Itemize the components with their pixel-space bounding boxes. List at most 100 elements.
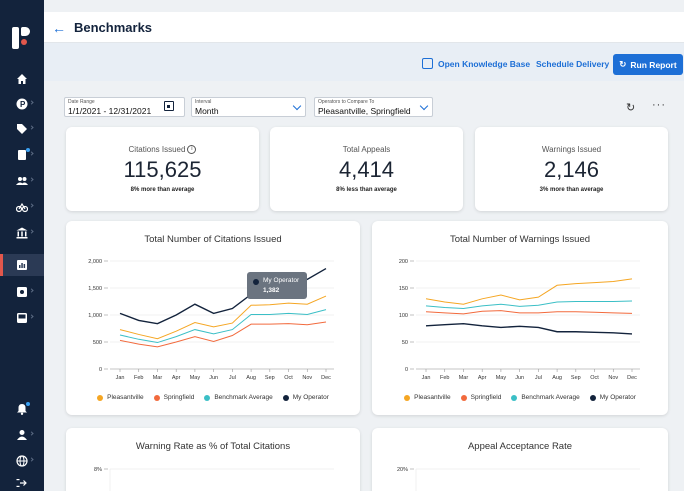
legend-swatch [204, 394, 211, 401]
x-tick-label: Sep [265, 375, 275, 381]
kpi-delta: 8% more than average [130, 187, 195, 193]
x-tick-label: May [190, 375, 201, 381]
x-tick-label: Dec [321, 375, 331, 381]
legend-item[interactable]: My Operator [589, 394, 636, 401]
series-line-pleasantville [119, 295, 327, 340]
legend-item[interactable]: Pleasantville [97, 394, 144, 401]
x-tick-label: Apr [478, 375, 487, 381]
x-tick-label: Oct [590, 375, 599, 381]
legend-swatch [589, 394, 596, 401]
run-report-label: Run Report [630, 59, 677, 70]
bike-nav-icon[interactable] [0, 196, 44, 218]
x-tick-label: May [496, 375, 507, 381]
home-nav-icon[interactable] [0, 68, 44, 90]
tag-nav-icon[interactable] [0, 118, 44, 140]
date-range-field[interactable]: Date Range 1/1/2021 - 12/31/2021 [64, 97, 185, 117]
interval-select[interactable]: Interval Month [191, 97, 306, 117]
legend-swatch [404, 394, 411, 401]
y-tick-label: 200 [399, 259, 408, 265]
legend-swatch [153, 394, 160, 401]
legend-item[interactable]: Springfield [460, 394, 501, 401]
legend-label: Pleasantville [414, 394, 451, 401]
tooltip-swatch [253, 279, 259, 285]
x-tick-label: Aug [246, 375, 256, 381]
warnings-chart-card: Total Number of Warnings Issued 0 50 100 15… [372, 221, 668, 415]
y-tick-label: 20% [397, 467, 408, 473]
kpi-value: 2,146 [543, 157, 600, 182]
operators-label: Operators to Compare To [318, 99, 375, 105]
x-tick-label: Jun [515, 375, 524, 381]
citations-chart-card: Total Number of Citations Issued 0 500 1,0… [66, 221, 360, 415]
notifications-nav-icon[interactable] [0, 398, 44, 420]
x-tick-label: Jan [422, 375, 431, 381]
legend-swatch [460, 394, 467, 401]
info-icon[interactable]: i [187, 145, 197, 155]
x-tick-label: Feb [134, 375, 143, 381]
x-tick-label: Nov [302, 375, 312, 381]
refresh-icon[interactable]: ↻ [626, 101, 635, 114]
legend-label: Benchmark Average [521, 394, 580, 401]
series-line-pleasantville [425, 278, 633, 305]
government-nav-icon[interactable] [0, 222, 44, 244]
date-range-label: Date Range [68, 99, 95, 105]
legend-swatch [97, 394, 104, 401]
kpi-label: Total Appeals [342, 145, 391, 154]
settings-nav-icon[interactable] [0, 281, 44, 303]
legend-item[interactable]: Springfield [153, 394, 194, 401]
interval-label: Interval [195, 99, 212, 105]
profile-nav-icon[interactable] [0, 424, 44, 446]
x-tick-label: Jun [209, 375, 218, 381]
legend-item[interactable]: My Operator [282, 394, 329, 401]
inbox-nav-icon[interactable] [0, 307, 44, 329]
sidebar: P [0, 0, 44, 491]
legend-item[interactable]: Benchmark Average [204, 394, 273, 401]
y-tick-label: 2,000 [88, 259, 102, 265]
document-nav-icon[interactable] [0, 144, 44, 166]
y-tick-label: 150 [399, 286, 408, 292]
globe-nav-icon[interactable] [0, 450, 44, 472]
parking-nav-icon[interactable]: P [0, 93, 44, 115]
x-tick-label: Sep [571, 375, 581, 381]
schedule-delivery-link[interactable]: Schedule Delivery [536, 59, 609, 69]
reports-nav-icon[interactable] [0, 254, 44, 276]
x-tick-label: Aug [552, 375, 562, 381]
svg-text:P: P [20, 100, 26, 109]
calendar-icon[interactable] [164, 101, 174, 111]
back-arrow-icon[interactable]: ← [52, 20, 66, 36]
legend-item[interactable]: Pleasantville [404, 394, 451, 401]
legend-label: Pleasantville [107, 394, 144, 401]
external-link-icon[interactable] [422, 58, 433, 69]
x-tick-label: Jul [229, 375, 236, 381]
x-tick-label: Apr [172, 375, 181, 381]
appeal-rate-chart: 20% [397, 467, 640, 491]
tooltip-value: 1,382 [263, 287, 280, 294]
run-report-button[interactable]: ↻ Run Report [613, 54, 683, 75]
legend-label: My Operator [599, 394, 636, 401]
chevron-down-icon [292, 101, 302, 111]
more-options-icon[interactable]: ··· [652, 99, 666, 111]
warning-rate-chart: 8% [94, 467, 334, 491]
expand-sidebar-icon[interactable] [0, 472, 44, 491]
y-tick-label: 500 [93, 340, 102, 346]
operators-value: Pleasantville, Springfield [318, 106, 411, 116]
open-knowledge-base-link[interactable]: Open Knowledge Base [438, 59, 530, 69]
series-line-my-operator [425, 322, 633, 335]
warning-rate-chart-card: Warning Rate as % of Total Citations 8% [66, 428, 360, 491]
chart-legend: Pleasantville Springfield Benchmark Averag… [66, 394, 360, 401]
chevron-down-icon [419, 101, 429, 111]
app-logo [12, 27, 32, 49]
refresh-icon: ↻ [619, 59, 627, 69]
warnings-line-chart: 0 50 100 150 200 Jan Feb Mar Apr May Jun Jul Aug Sep O… [399, 259, 640, 381]
legend-swatch [282, 394, 289, 401]
kpi-label: Warnings Issued [541, 145, 602, 154]
x-tick-label: Nov [608, 375, 618, 381]
operators-select[interactable]: Operators to Compare To Pleasantville, S… [314, 97, 433, 117]
kpi-card-warnings: Warnings Issued 2,146 3% more than avera… [475, 127, 668, 211]
y-tick-label: 0 [405, 367, 408, 373]
legend-item[interactable]: Benchmark Average [511, 394, 580, 401]
kpi-card-appeals: Total Appeals 4,414 8% less than average [270, 127, 463, 211]
users-nav-icon[interactable] [0, 170, 44, 192]
appeal-rate-chart-card: Appeal Acceptance Rate 20% [372, 428, 668, 491]
x-tick-label: Dec [627, 375, 637, 381]
top-strip [44, 0, 684, 12]
